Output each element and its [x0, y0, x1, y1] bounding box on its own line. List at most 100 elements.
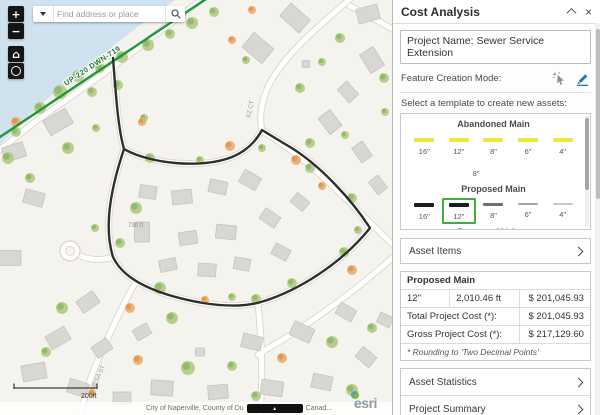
cost-total-label: Total Project Cost (*): [401, 308, 520, 325]
template-item-proposed[interactable]: 8" [476, 198, 511, 224]
building-footprint [208, 384, 229, 399]
rounding-note: * Rounding to 'Two Decimal Points' [401, 344, 590, 360]
tree-orange [225, 141, 235, 151]
map-toolbar: +− ⌂ [8, 6, 24, 80]
building-footprint [151, 380, 174, 396]
cost-total-value: $ 201,045.93 [520, 308, 590, 325]
building-footprint [196, 348, 205, 356]
cost-cell-size: 12" [401, 290, 450, 307]
select-wand-icon[interactable] [552, 71, 567, 86]
template-item-proposed[interactable]: 16" [407, 198, 442, 224]
project-summary-label: Project Summary [409, 404, 486, 415]
template-swatch [483, 138, 503, 142]
collapse-panel-icon[interactable] [567, 8, 577, 18]
template-item-proposed[interactable]: 4" [545, 198, 580, 224]
tree [305, 138, 315, 148]
template-swatch [518, 138, 538, 142]
caret-up-icon: ▲ [272, 406, 277, 412]
search-source-dropdown[interactable] [33, 6, 54, 22]
asset-items-section[interactable]: Asset Items [400, 238, 591, 264]
template-swatch [483, 203, 503, 206]
template-item-label: 4" [559, 210, 566, 219]
template-item-label: 8" [490, 147, 497, 156]
template-item-abandoned[interactable]: 8" [476, 133, 511, 159]
template-item-abandoned[interactable]: 16" [407, 133, 442, 159]
tree [318, 58, 326, 66]
template-row: 16" 12" 8" 6" 4" [405, 198, 582, 224]
tree [92, 124, 100, 132]
template-item-label: 12" [453, 212, 464, 221]
search-input[interactable] [54, 6, 165, 22]
building-footprint [233, 257, 251, 272]
template-item-abandoned[interactable]: 4" [545, 133, 580, 159]
template-scrollbar-thumb[interactable] [585, 118, 589, 190]
draw-pencil-icon[interactable] [575, 71, 590, 86]
template-item-label: 8" [490, 211, 497, 220]
chevron-right-icon [574, 404, 584, 414]
template-scrollbar[interactable] [585, 116, 589, 227]
tree [115, 238, 125, 248]
map-container[interactable]: UP-220 DWN-719EZ CT730 ftMESA ST200ft +−… [0, 0, 392, 415]
locate-button[interactable] [8, 63, 24, 79]
template-swatch [449, 203, 469, 207]
asset-items-label: Asset Items [409, 246, 461, 257]
template-item-label: 16" [419, 212, 430, 221]
tree-orange [125, 303, 135, 313]
cost-total-label: Gross Project Cost (*): [401, 326, 520, 343]
cost-cell-length: 2,010.46 ft [450, 290, 520, 307]
tree [25, 173, 35, 183]
building-footprint [198, 263, 217, 277]
home-button[interactable]: ⌂ [8, 46, 24, 62]
tree-orange [347, 265, 357, 275]
cost-analysis-panel: Cost Analysis × Project Name: Sewer Serv… [392, 0, 600, 415]
asset-statistics-section[interactable]: Asset Statistics [401, 369, 590, 395]
cost-total-row: Total Project Cost (*):$ 201,045.93 [401, 308, 590, 326]
tree-orange [318, 182, 326, 190]
template-item-label: 12" [453, 147, 464, 156]
template-item-proposed[interactable]: 12" [442, 198, 477, 224]
template-item-proposed[interactable]: 6" [511, 198, 546, 224]
scale-bar-label: 200ft [81, 393, 97, 400]
esri-logo: esri [350, 393, 388, 413]
project-summary-section[interactable]: Project Summary [401, 395, 590, 415]
cost-total-value: $ 217,129.60 [520, 326, 590, 343]
attribution-expand-button[interactable]: ▲ [247, 404, 303, 413]
panel-scrollbar[interactable] [595, 23, 600, 415]
template-item-abandoned[interactable]: 12" [442, 133, 477, 159]
map-canvas[interactable]: UP-220 DWN-719EZ CT730 ftMESA ST200ft [0, 0, 392, 415]
tree [341, 131, 349, 139]
zoom-out-button[interactable]: − [8, 23, 24, 39]
chevron-right-icon [574, 377, 584, 387]
cost-cell-cost: $ 201,045.93 [520, 290, 590, 307]
cost-table-group-header: Proposed Main [401, 272, 590, 290]
asset-statistics-label: Asset Statistics [409, 377, 477, 388]
search-button[interactable] [165, 6, 185, 22]
feature-creation-mode-row: Feature Creation Mode: [401, 71, 590, 86]
tree-orange [138, 118, 146, 126]
tree-orange [248, 6, 256, 14]
chevron-right-icon [574, 246, 584, 256]
template-row: 16" 12" 8" 6" 4" [405, 133, 582, 159]
tree [335, 33, 345, 43]
attribution-text-right: Canad... [306, 405, 332, 412]
tree [130, 202, 142, 214]
template-item-label: 6" [525, 147, 532, 156]
tree [367, 323, 377, 333]
template-picker-label: Select a template to create new assets: [401, 98, 590, 109]
template-swatch [518, 203, 538, 206]
tree [381, 108, 389, 116]
template-swatch [553, 203, 573, 205]
close-icon[interactable]: × [585, 6, 592, 18]
template-item-abandoned[interactable]: 6" [511, 133, 546, 159]
tree [181, 361, 195, 375]
panel-scrollbar-thumb[interactable] [596, 29, 600, 199]
tree [62, 142, 74, 154]
cul-de-sac-island [66, 247, 75, 256]
tree [227, 361, 237, 371]
tree [242, 56, 250, 64]
template-item-abandoned[interactable]: 8" [457, 159, 495, 181]
zoom-in-button[interactable]: + [8, 6, 24, 22]
template-item-label: 16" [419, 147, 430, 156]
tree [186, 17, 198, 29]
cost-table-row: 12"2,010.46 ft$ 201,045.93 [401, 290, 590, 308]
